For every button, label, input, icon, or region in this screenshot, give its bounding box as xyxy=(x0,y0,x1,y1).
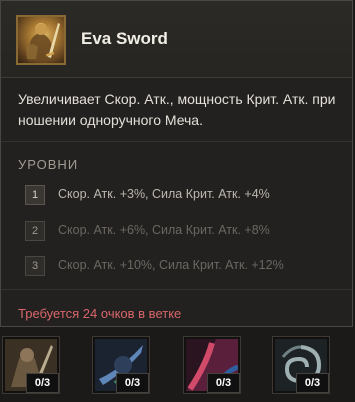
sword-bearer-skill-icon xyxy=(16,15,66,65)
divider xyxy=(1,141,352,142)
level-bonus-text: Скор. Атк. +3%, Сила Крит. Атк. +4% xyxy=(58,187,270,201)
skill-title: Eva Sword xyxy=(81,29,168,48)
skill-points-badge: 0/3 xyxy=(116,373,149,393)
skill-points-badge: 0/3 xyxy=(207,373,240,393)
skill-slot-2[interactable]: 0/3 xyxy=(92,336,150,394)
level-bonus-text: Скор. Атк. +10%, Сила Крит. Атк. +12% xyxy=(58,258,284,272)
level-number: 2 xyxy=(25,221,45,241)
skill-slot-3[interactable]: 0/3 xyxy=(183,336,241,394)
skill-slot-4[interactable]: 0/3 xyxy=(272,336,330,394)
tooltip-header: Eva Sword xyxy=(1,1,352,78)
requirement-text: Требуется 24 очков в ветке xyxy=(18,306,182,321)
skill-points-badge: 0/3 xyxy=(26,373,59,393)
skill-tooltip: Eva Sword Увеличивает Скор. Атк., мощнос… xyxy=(0,0,353,327)
level-number: 1 xyxy=(25,185,45,205)
skill-description: Увеличивает Скор. Атк., мощность Крит. А… xyxy=(18,91,336,128)
skill-slot-1[interactable]: 0/3 xyxy=(2,336,60,394)
level-bonus-text: Скор. Атк. +6%, Сила Крит. Атк. +8% xyxy=(58,223,270,237)
skill-points-badge: 0/3 xyxy=(296,373,329,393)
divider xyxy=(1,289,352,290)
level-number: 3 xyxy=(25,256,45,276)
levels-heading: УРОВНИ xyxy=(18,157,79,172)
